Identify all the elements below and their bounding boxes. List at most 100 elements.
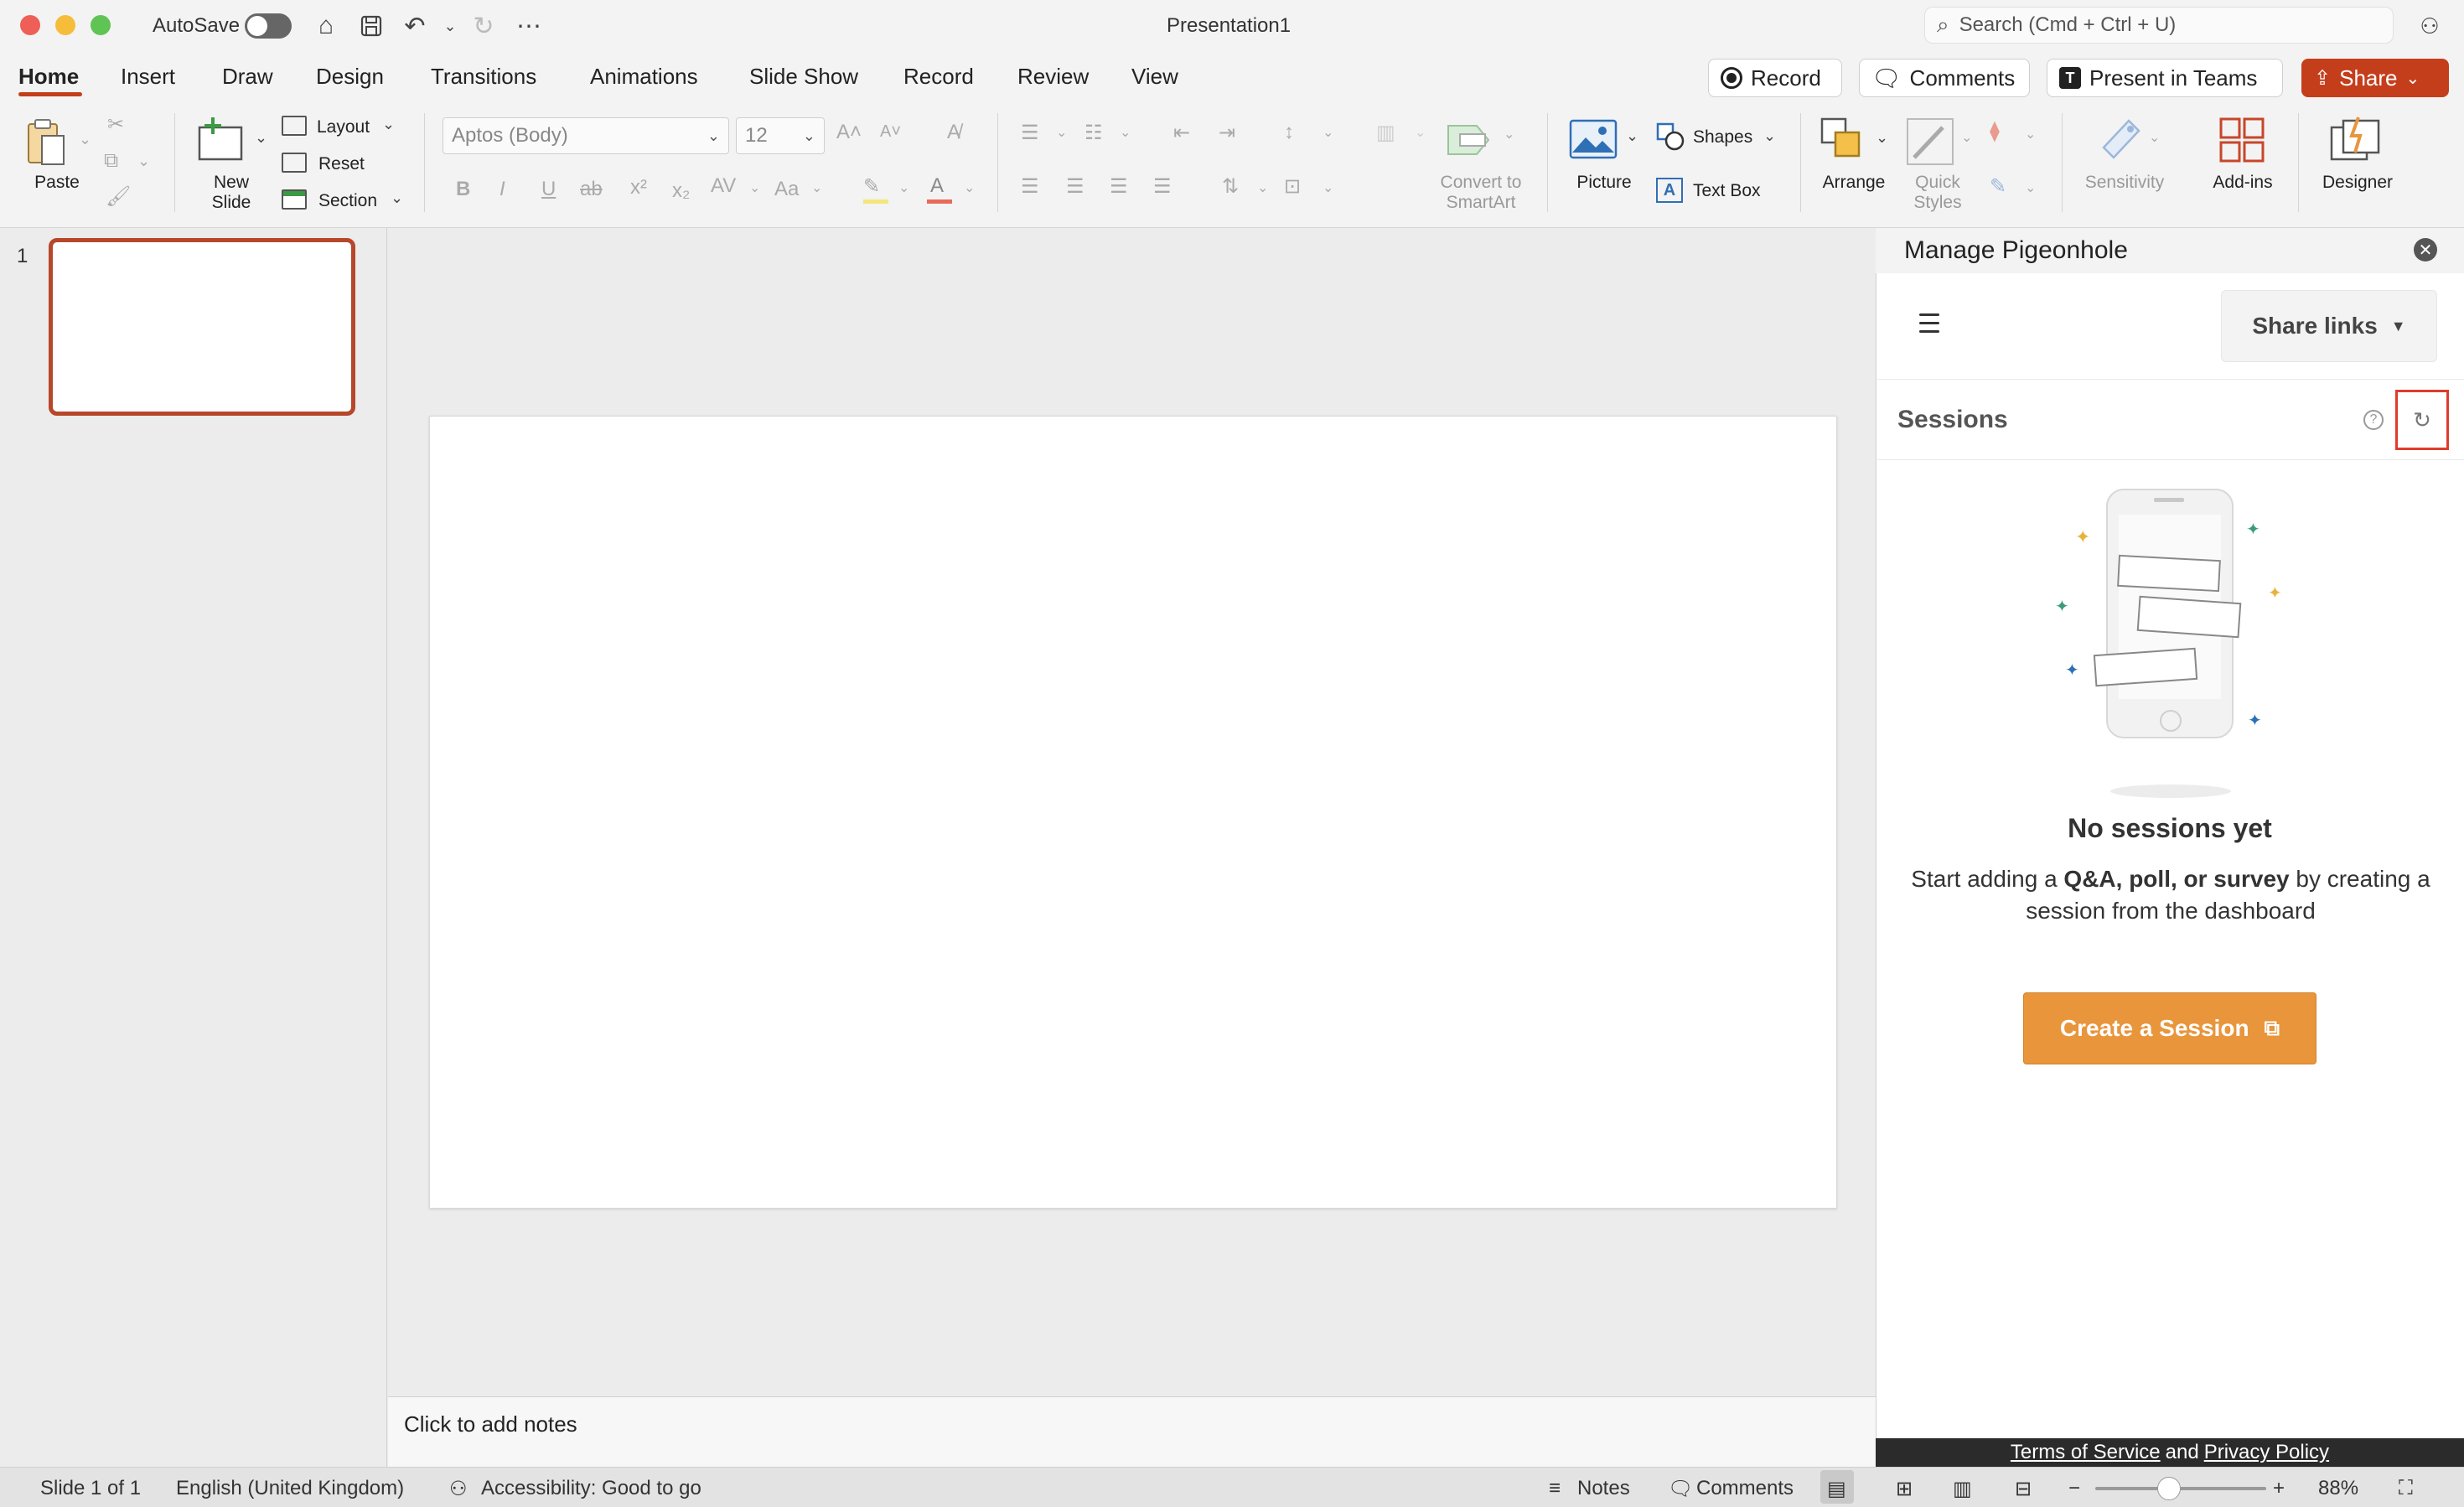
notes-icon[interactable]: ≡ — [1549, 1477, 1561, 1500]
share-links-button[interactable]: Share links ▼ — [2221, 290, 2437, 362]
font-name-select[interactable]: Aptos (Body) ⌄ — [443, 117, 729, 154]
tab-home[interactable]: Home — [18, 64, 79, 90]
clear-formatting-icon[interactable]: A̸ — [947, 121, 960, 144]
picture-icon[interactable] — [1569, 119, 1618, 159]
arrange-button[interactable]: Arrange — [1812, 173, 1896, 193]
shapes-icon[interactable] — [1656, 122, 1685, 151]
close-window-button[interactable] — [20, 15, 40, 35]
shape-fill-dropdown-icon[interactable]: ⌄ — [2025, 126, 2036, 142]
new-slide-icon[interactable] — [194, 116, 246, 163]
line-spacing-icon[interactable]: ↕ — [1284, 121, 1294, 144]
notes-toggle[interactable]: Notes — [1577, 1477, 1630, 1500]
add-ins-icon[interactable] — [2218, 116, 2266, 164]
copy-icon[interactable]: ⧉ — [104, 149, 118, 173]
smartart-icon[interactable] — [1443, 119, 1497, 161]
paste-button[interactable]: Paste — [20, 173, 94, 193]
privacy-policy-link[interactable]: Privacy Policy — [2204, 1441, 2329, 1464]
increase-font-size-icon[interactable]: A˄ — [836, 121, 862, 144]
picture-button[interactable]: Picture — [1561, 173, 1648, 193]
present-in-teams-button[interactable]: T Present in Teams — [2047, 59, 2283, 97]
section-icon[interactable] — [282, 189, 307, 210]
align-text-icon[interactable]: ⊡ — [1284, 174, 1301, 199]
quick-styles-dropdown-icon[interactable]: ⌄ — [1961, 129, 1972, 146]
arrange-dropdown-icon[interactable]: ⌄ — [1876, 129, 1888, 147]
shapes-button[interactable]: Shapes — [1693, 127, 1752, 148]
new-slide-label-2[interactable]: Slide — [198, 193, 265, 213]
font-color-icon[interactable]: A — [930, 174, 944, 198]
new-slide-dropdown-icon[interactable]: ⌄ — [255, 129, 267, 147]
subscript-icon[interactable]: x₂ — [672, 179, 690, 203]
save-icon[interactable] — [357, 12, 386, 40]
share-button[interactable]: ⇪ Share ⌄ — [2301, 59, 2449, 97]
zoom-out-icon[interactable]: − — [2068, 1477, 2080, 1500]
more-commands-icon[interactable]: ⋯ — [515, 12, 543, 40]
notes-placeholder[interactable]: Click to add notes — [404, 1411, 577, 1437]
tab-transitions[interactable]: Transitions — [431, 64, 536, 90]
bold-icon[interactable]: B — [456, 178, 470, 201]
account-icon[interactable]: ⚇ — [2415, 12, 2444, 40]
accessibility-icon[interactable]: ⚇ — [449, 1477, 468, 1501]
refresh-sessions-button[interactable]: ↻ — [2395, 390, 2449, 450]
designer-button[interactable]: Designer — [2311, 173, 2404, 193]
language-status[interactable]: English (United Kingdom) — [176, 1477, 404, 1500]
slide-thumbnail[interactable] — [49, 238, 355, 416]
section-button[interactable]: Section — [318, 191, 377, 211]
quick-styles-label-2[interactable]: Styles — [1896, 193, 1980, 213]
paste-dropdown-icon[interactable]: ⌄ — [79, 131, 91, 148]
redo-icon[interactable]: ↻ — [469, 12, 498, 40]
slide-canvas[interactable] — [429, 416, 1837, 1209]
bullets-icon[interactable]: ☰ — [1021, 121, 1039, 145]
terms-of-service-link[interactable]: Terms of Service — [2011, 1441, 2161, 1464]
autosave-toggle[interactable] — [245, 13, 292, 39]
line-spacing-dropdown-icon[interactable]: ⌄ — [1323, 124, 1333, 141]
shape-fill-icon[interactable]: ⧫ — [1990, 119, 2000, 143]
tab-slide-show[interactable]: Slide Show — [749, 64, 858, 90]
create-session-button[interactable]: Create a Session ⧉ — [2023, 992, 2316, 1064]
highlight-icon[interactable]: ✎ — [863, 174, 880, 199]
paste-icon[interactable] — [25, 117, 67, 169]
layout-button[interactable]: Layout — [317, 117, 370, 137]
convert-smartart-label-2[interactable]: SmartArt — [1425, 193, 1537, 213]
comments-button[interactable]: 🗨 Comments — [1859, 59, 2030, 97]
align-right-icon[interactable]: ☰ — [1110, 174, 1128, 199]
align-center-icon[interactable]: ☰ — [1066, 174, 1084, 199]
tab-draw[interactable]: Draw — [222, 64, 273, 90]
reset-button[interactable]: Reset — [318, 154, 365, 174]
decrease-indent-icon[interactable]: ⇤ — [1173, 121, 1190, 145]
reading-view-icon[interactable]: ▥ — [1953, 1477, 1972, 1501]
sensitivity-dropdown-icon[interactable]: ⌄ — [2149, 129, 2160, 146]
tab-review[interactable]: Review — [1017, 64, 1089, 90]
character-spacing-icon[interactable]: AV — [711, 174, 736, 198]
slide-sorter-icon[interactable]: ⊞ — [1896, 1477, 1913, 1501]
search-input[interactable]: ⌕ Search (Cmd + Ctrl + U) — [1924, 7, 2394, 44]
increase-indent-icon[interactable]: ⇥ — [1219, 121, 1235, 145]
format-painter-icon[interactable]: 🖌 — [106, 184, 131, 209]
picture-dropdown-icon[interactable]: ⌄ — [1626, 127, 1638, 145]
text-box-icon[interactable]: A — [1656, 178, 1683, 203]
new-slide-label-1[interactable]: New — [198, 173, 265, 193]
numbering-dropdown-icon[interactable]: ⌄ — [1120, 124, 1131, 141]
undo-icon[interactable]: ↶ — [401, 12, 429, 40]
tab-insert[interactable]: Insert — [121, 64, 175, 90]
justify-icon[interactable]: ☰ — [1153, 174, 1172, 199]
comments-toggle[interactable]: Comments — [1696, 1477, 1794, 1500]
numbering-icon[interactable]: ☷ — [1084, 121, 1103, 145]
tab-design[interactable]: Design — [316, 64, 384, 90]
superscript-icon[interactable]: x² — [630, 176, 647, 199]
columns-dropdown-icon[interactable]: ⌄ — [1415, 124, 1426, 141]
accessibility-status[interactable]: Accessibility: Good to go — [481, 1477, 701, 1500]
text-direction-dropdown-icon[interactable]: ⌄ — [1257, 179, 1268, 196]
arrange-icon[interactable] — [1819, 116, 1867, 164]
help-icon[interactable]: ? — [2363, 410, 2384, 430]
cut-icon[interactable]: ✂ — [107, 112, 124, 137]
sensitivity-icon[interactable] — [2095, 114, 2144, 164]
tab-animations[interactable]: Animations — [590, 64, 698, 90]
zoom-level[interactable]: 88% — [2318, 1477, 2358, 1500]
home-icon[interactable]: ⌂ — [312, 12, 340, 40]
align-left-icon[interactable]: ☰ — [1021, 174, 1039, 199]
slide-show-icon[interactable]: ⊟ — [2015, 1477, 2032, 1501]
tab-view[interactable]: View — [1131, 64, 1178, 90]
align-text-dropdown-icon[interactable]: ⌄ — [1323, 179, 1333, 196]
designer-icon[interactable] — [2328, 114, 2382, 164]
bullets-dropdown-icon[interactable]: ⌄ — [1056, 124, 1067, 141]
